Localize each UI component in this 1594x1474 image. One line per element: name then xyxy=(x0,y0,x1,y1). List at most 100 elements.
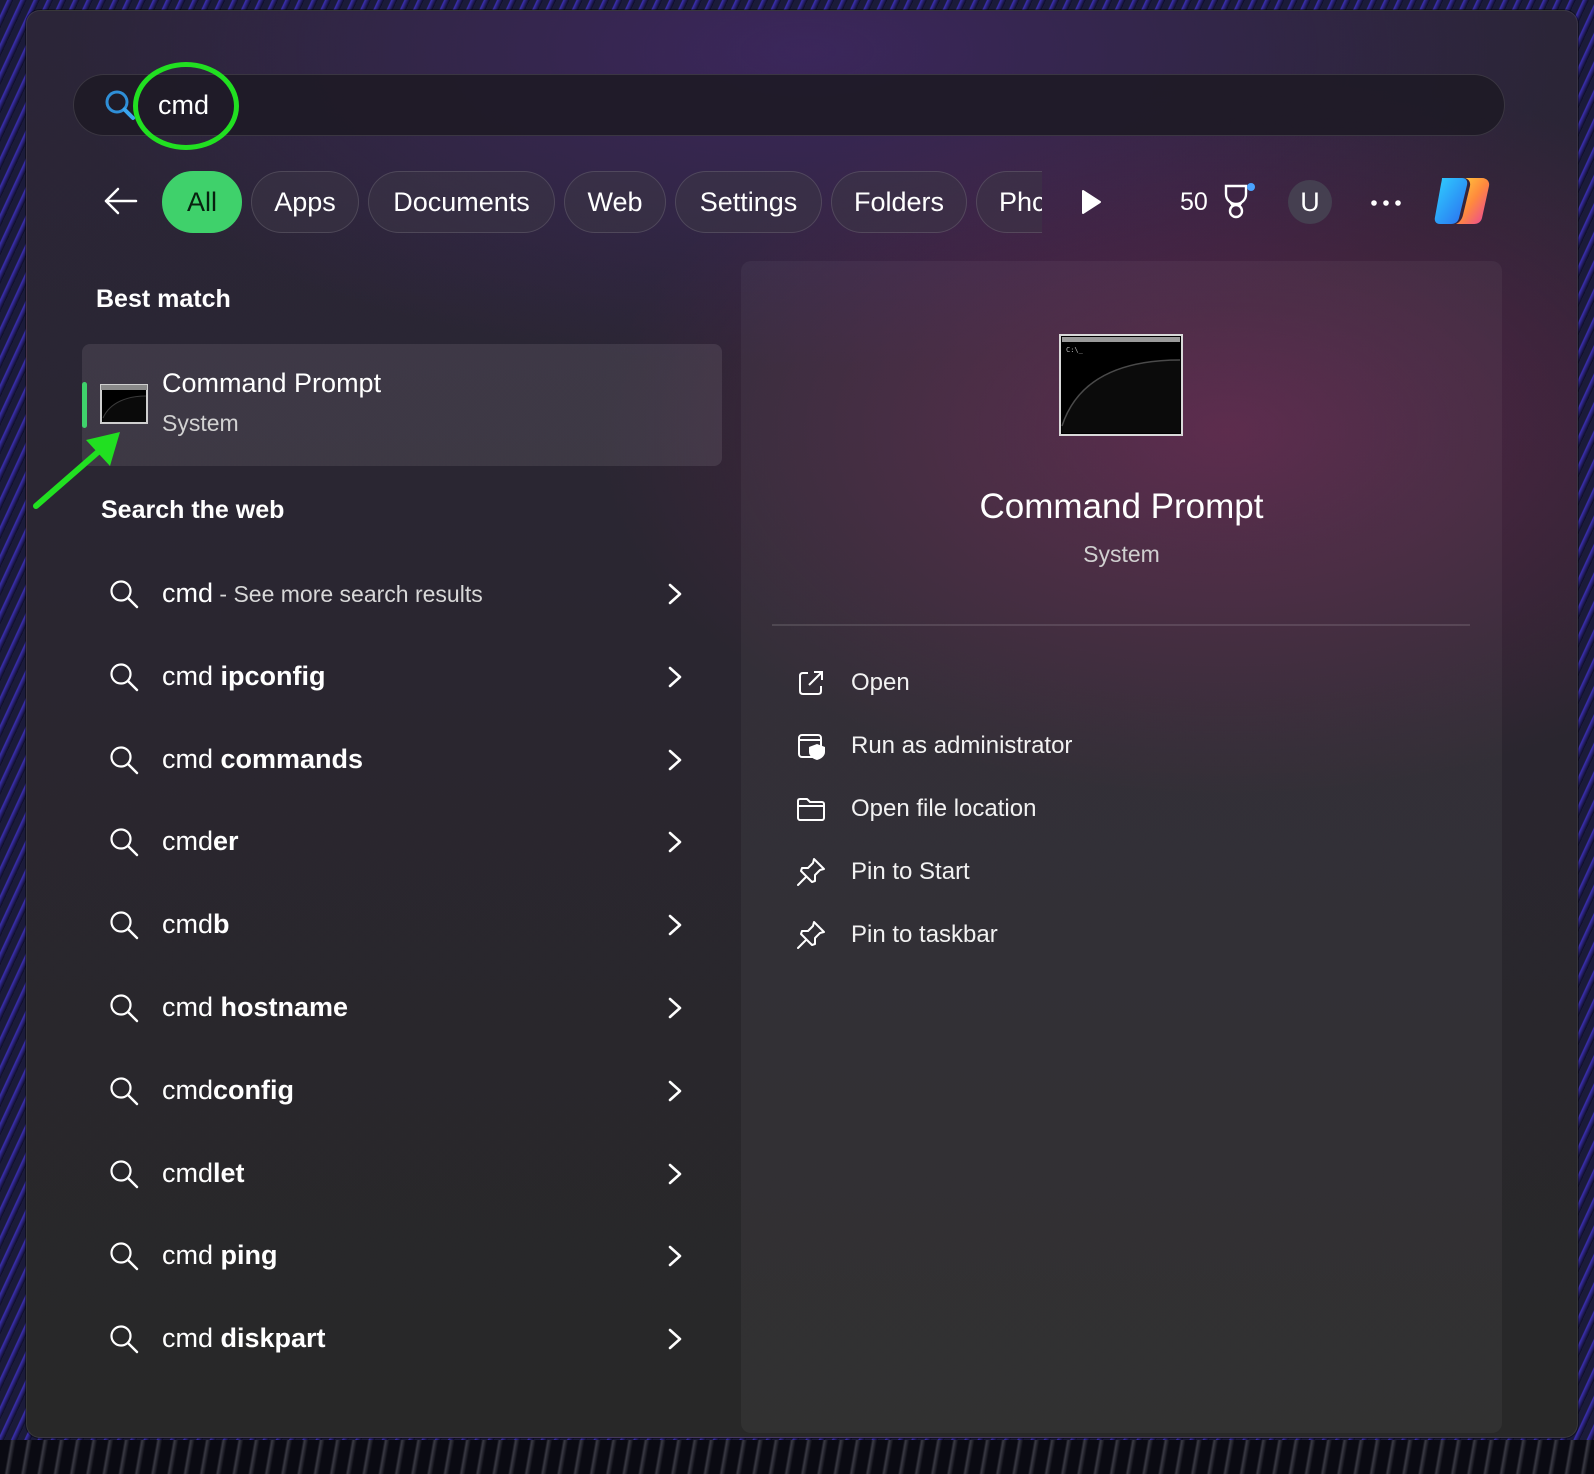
search-icon xyxy=(110,1077,139,1106)
user-avatar[interactable]: U xyxy=(1288,180,1332,224)
query-prefix: cmd xyxy=(162,661,221,691)
search-icon xyxy=(110,1325,139,1354)
query-completion: ping xyxy=(220,1240,278,1270)
web-result-item[interactable]: cmdb xyxy=(96,891,706,957)
rewards-points: 50 xyxy=(1180,188,1208,216)
chevron-right-icon xyxy=(668,1328,682,1350)
web-result-item[interactable]: cmd ipconfig xyxy=(96,643,706,709)
search-icon xyxy=(110,746,139,775)
query-prefix: cmd xyxy=(162,1158,214,1188)
selection-indicator xyxy=(82,382,87,428)
web-result-item[interactable]: cmd diskpart xyxy=(96,1305,706,1371)
query-prefix: cmd xyxy=(162,826,214,856)
pin-icon xyxy=(797,858,825,886)
web-result-label: cmd hostname xyxy=(162,990,348,1025)
web-result-item[interactable]: cmder xyxy=(96,808,706,874)
web-result-item[interactable]: cmd ping xyxy=(96,1222,706,1288)
chevron-right-icon xyxy=(668,666,682,688)
action-open[interactable]: Open xyxy=(781,659,1281,709)
prompt-glyph: C:\_ xyxy=(1066,346,1084,354)
filter-chip-photos[interactable]: Phc xyxy=(976,171,1042,233)
folder-icon xyxy=(797,798,825,821)
action-open-file-location[interactable]: Open file location xyxy=(781,785,1281,835)
search-icon xyxy=(110,994,139,1023)
query-completion: commands xyxy=(220,744,364,774)
web-result-label: cmd - See more search results xyxy=(162,576,483,611)
action-label: Open file location xyxy=(851,795,1037,822)
chevron-right-icon xyxy=(668,1163,682,1185)
filter-chip-web[interactable]: Web xyxy=(564,171,666,233)
more-options-icon[interactable] xyxy=(1366,188,1406,218)
query-prefix: cmd xyxy=(162,1323,221,1353)
web-result-item[interactable]: cmdconfig xyxy=(96,1057,706,1123)
web-result-label: cmd diskpart xyxy=(162,1321,326,1356)
query-prefix: cmd xyxy=(162,1240,221,1270)
search-icon xyxy=(110,663,139,692)
preview-title: Command Prompt xyxy=(979,487,1264,526)
filter-chip-apps[interactable]: Apps xyxy=(251,171,359,233)
web-result-label: cmd commands xyxy=(162,742,363,777)
chevron-right-icon xyxy=(668,1245,682,1267)
search-icon xyxy=(110,580,139,609)
play-icon[interactable] xyxy=(1076,186,1106,218)
query-prefix: cmd xyxy=(162,992,221,1022)
query-prefix: cmd xyxy=(162,1075,214,1105)
action-label: Pin to taskbar xyxy=(851,921,998,948)
query-completion: ipconfig xyxy=(220,661,326,691)
action-run-as-admin[interactable]: Run as administrator xyxy=(781,722,1281,772)
chevron-right-icon xyxy=(668,583,682,605)
query-prefix: cmd xyxy=(162,909,214,939)
search-input[interactable] xyxy=(158,85,1458,125)
query-completion: config xyxy=(213,1075,295,1105)
filter-chip-folders[interactable]: Folders xyxy=(831,171,967,233)
web-result-label: cmd ipconfig xyxy=(162,659,326,694)
search-icon xyxy=(110,1160,139,1189)
query-completion: hostname xyxy=(220,992,349,1022)
query-completion: let xyxy=(213,1158,245,1188)
web-result-label: cmdb xyxy=(162,907,230,942)
search-icon xyxy=(105,90,135,120)
action-label: Run as administrator xyxy=(851,732,1073,759)
web-result-item[interactable]: cmd commands xyxy=(96,726,706,792)
chevron-right-icon xyxy=(668,749,682,771)
filter-chip-documents[interactable]: Documents xyxy=(368,171,555,233)
action-label: Pin to Start xyxy=(851,858,970,885)
query-completion: diskpart xyxy=(220,1323,326,1353)
desktop-background xyxy=(0,1440,1594,1474)
action-pin-to-start[interactable]: Pin to Start xyxy=(781,848,1281,898)
search-box[interactable] xyxy=(73,74,1505,136)
copilot-icon[interactable] xyxy=(1432,172,1494,230)
query-completion: b xyxy=(213,909,230,939)
best-match-result[interactable]: Command Prompt System xyxy=(82,344,722,466)
query-suffix: - See more search results xyxy=(213,581,483,607)
search-icon xyxy=(110,828,139,857)
web-result-item[interactable]: cmd - See more search results xyxy=(96,560,706,626)
query-prefix: cmd xyxy=(162,744,221,774)
preview-divider xyxy=(772,624,1470,626)
chevron-right-icon xyxy=(668,997,682,1019)
pin-icon xyxy=(797,921,825,949)
chevron-right-icon xyxy=(668,1080,682,1102)
best-match-name: Command Prompt xyxy=(162,368,382,398)
search-web-heading: Search the web xyxy=(101,496,285,524)
trophy-icon[interactable] xyxy=(1220,182,1256,220)
web-result-item[interactable]: cmdlet xyxy=(96,1140,706,1206)
command-prompt-large-icon: C:\_ xyxy=(1059,334,1183,436)
chevron-right-icon xyxy=(668,914,682,936)
action-label: Open xyxy=(851,669,910,696)
open-external-icon xyxy=(799,671,823,695)
chevron-right-icon xyxy=(668,831,682,853)
action-pin-to-taskbar[interactable]: Pin to taskbar xyxy=(781,911,1281,961)
preview-subtitle: System xyxy=(1083,541,1160,567)
best-match-heading: Best match xyxy=(96,285,231,313)
web-result-label: cmd ping xyxy=(162,1238,278,1273)
web-result-label: cmder xyxy=(162,824,239,859)
preview-pane: C:\_ Command Prompt System Open Run as a… xyxy=(741,261,1502,1433)
web-result-item[interactable]: cmd hostname xyxy=(96,974,706,1040)
query-completion: er xyxy=(213,826,239,856)
web-result-label: cmdlet xyxy=(162,1156,245,1191)
filter-chip-settings[interactable]: Settings xyxy=(675,171,822,233)
filter-chip-all[interactable]: All xyxy=(162,171,242,233)
back-arrow-icon[interactable] xyxy=(100,180,142,222)
search-icon xyxy=(110,911,139,940)
